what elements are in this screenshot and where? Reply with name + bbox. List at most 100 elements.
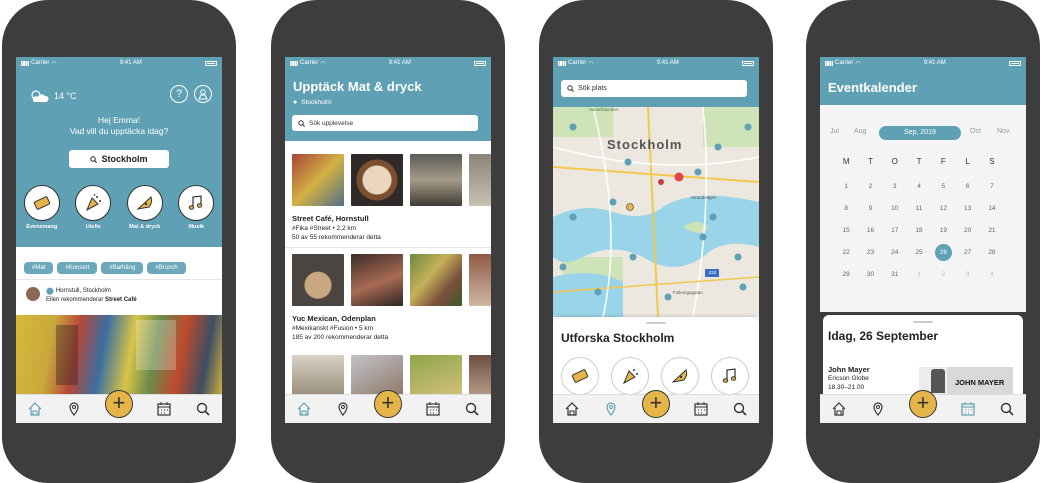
calendar-day-selected[interactable]: 26 <box>931 243 955 261</box>
nav-search[interactable] <box>195 401 211 417</box>
calendar-day[interactable]: 31 <box>883 271 907 278</box>
sheet-handle[interactable] <box>646 322 666 324</box>
calendar-day[interactable]: 1 <box>834 183 858 190</box>
nav-home[interactable] <box>27 401 43 417</box>
calendar-day[interactable]: 23 <box>858 249 882 256</box>
category-food[interactable]: Mat & dryck <box>126 185 163 230</box>
place-photo[interactable] <box>410 355 462 395</box>
month-option[interactable]: Aug <box>854 128 866 135</box>
calendar-day[interactable]: 8 <box>834 205 858 212</box>
place-photo[interactable] <box>469 154 491 206</box>
calendar-day[interactable]: 4 <box>980 271 1004 278</box>
category-music[interactable]: Musik <box>178 185 215 230</box>
nav-search[interactable] <box>464 401 480 417</box>
calendar-day[interactable]: 29 <box>834 271 858 278</box>
category-food[interactable] <box>661 357 699 395</box>
calendar-day[interactable]: 15 <box>834 227 858 234</box>
calendar-day[interactable]: 11 <box>907 205 931 212</box>
calendar-day[interactable]: 6 <box>955 183 979 190</box>
nav-search[interactable] <box>732 401 748 417</box>
tag-chip[interactable]: #Barhäng <box>101 262 144 274</box>
calendar-day[interactable]: 7 <box>980 183 1004 190</box>
location-line[interactable]: ● Stockholm <box>293 99 332 106</box>
place-photo[interactable] <box>469 254 491 306</box>
nav-home[interactable] <box>296 401 312 417</box>
profile-button[interactable] <box>194 85 212 103</box>
calendar-day[interactable]: 10 <box>883 205 907 212</box>
location-button[interactable]: Stockholm <box>69 150 169 168</box>
calendar-day[interactable]: 3 <box>955 271 979 278</box>
screen-home: Carrier ◠ 9:41 AM 14 °C ? Hej Emma! Vad v… <box>16 57 222 423</box>
calendar-day[interactable]: 27 <box>955 249 979 256</box>
nav-map[interactable] <box>66 401 82 417</box>
place-photo[interactable] <box>410 154 462 206</box>
calendar-day[interactable]: 25 <box>907 249 931 256</box>
nav-home[interactable] <box>564 401 580 417</box>
music-note-icon <box>189 195 203 210</box>
place-photo[interactable] <box>351 355 403 395</box>
event-item[interactable]: John Mayer Ericson Globe 18.30–21.00 <box>828 365 870 392</box>
calendar-day[interactable]: 17 <box>883 227 907 234</box>
category-events[interactable]: Evenemang <box>23 185 60 230</box>
place-photo[interactable] <box>469 355 491 395</box>
calendar-day[interactable]: 28 <box>980 249 1004 256</box>
feed-item[interactable]: ⬤ Hornstull, Stockholm Ellen rekommendera… <box>46 287 137 305</box>
tag-chip[interactable]: #Konsert <box>57 262 98 274</box>
month-option-selected[interactable]: Sep, 2019 <box>879 126 961 140</box>
category-nightlife[interactable] <box>611 357 649 395</box>
search-input[interactable]: Sök upplevelse <box>292 115 478 131</box>
nav-map[interactable] <box>603 401 619 417</box>
nav-calendar[interactable] <box>960 401 976 417</box>
place-photo[interactable] <box>292 154 344 206</box>
category-nightlife[interactable]: Uteliv <box>75 185 112 230</box>
month-option[interactable]: Nov <box>997 128 1009 135</box>
calendar-day[interactable]: 5 <box>931 183 955 190</box>
add-button[interactable]: + <box>641 390 670 418</box>
add-button[interactable]: + <box>104 390 133 418</box>
tag-chip[interactable]: #Mat <box>24 262 54 274</box>
calendar-day[interactable]: 22 <box>834 249 858 256</box>
add-button[interactable]: + <box>908 390 937 418</box>
calendar-day[interactable]: 20 <box>955 227 979 234</box>
add-button[interactable]: + <box>373 390 402 418</box>
calendar-day[interactable]: 24 <box>883 249 907 256</box>
place-card[interactable]: Street Café, Hornstull #Fika #Street • 2… <box>292 214 381 243</box>
tag-chip[interactable]: #Brunch <box>147 262 186 274</box>
calendar-day[interactable]: 13 <box>955 205 979 212</box>
month-option[interactable]: Jul <box>830 128 839 135</box>
calendar-day[interactable]: 21 <box>980 227 1004 234</box>
place-photo[interactable] <box>351 254 403 306</box>
calendar-day[interactable]: 19 <box>931 227 955 234</box>
calendar-day[interactable]: 3 <box>883 183 907 190</box>
calendar-day[interactable]: 18 <box>907 227 931 234</box>
nav-calendar[interactable] <box>156 401 172 417</box>
nav-search[interactable] <box>999 401 1015 417</box>
search-input[interactable]: Sök plats <box>561 80 747 97</box>
place-photo[interactable] <box>410 254 462 306</box>
place-photo[interactable] <box>292 254 344 306</box>
event-poster[interactable]: JOHN MAYER <box>919 367 1013 395</box>
sheet-handle[interactable] <box>913 321 933 323</box>
nav-map[interactable] <box>870 401 886 417</box>
help-button[interactable]: ? <box>170 85 188 103</box>
place-photo[interactable] <box>351 154 403 206</box>
calendar-day[interactable]: 4 <box>907 183 931 190</box>
calendar-day[interactable]: 30 <box>858 271 882 278</box>
calendar-day[interactable]: 16 <box>858 227 882 234</box>
place-card[interactable]: Yuc Mexican, Odenplan #Mexikanskt #Fusio… <box>292 314 388 343</box>
calendar-day[interactable]: 2 <box>858 183 882 190</box>
nav-calendar[interactable] <box>425 401 441 417</box>
category-music[interactable] <box>711 357 749 395</box>
nav-calendar[interactable] <box>693 401 709 417</box>
calendar-day[interactable]: 1 <box>907 271 931 278</box>
calendar-day[interactable]: 12 <box>931 205 955 212</box>
nav-home[interactable] <box>831 401 847 417</box>
feed-photo[interactable] <box>16 315 222 397</box>
calendar-day[interactable]: 9 <box>858 205 882 212</box>
calendar-day[interactable]: 2 <box>931 271 955 278</box>
place-photo[interactable] <box>292 355 344 395</box>
category-events[interactable] <box>561 357 599 395</box>
month-option[interactable]: Oct <box>970 128 981 135</box>
nav-map[interactable] <box>335 401 351 417</box>
calendar-day[interactable]: 14 <box>980 205 1004 212</box>
